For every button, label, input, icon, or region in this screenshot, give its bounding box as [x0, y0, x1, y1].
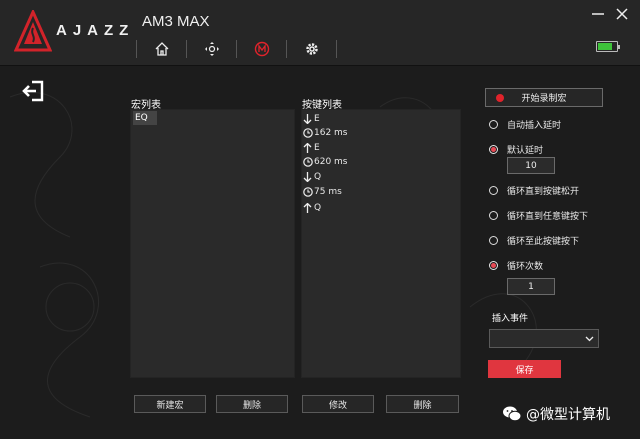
- wechat-logo-icon: [503, 406, 522, 422]
- save-button[interactable]: 保存: [488, 360, 561, 378]
- macro-list-item[interactable]: EQ: [133, 111, 157, 125]
- macro-list-panel: EQ: [130, 109, 295, 378]
- home-icon: [155, 42, 168, 56]
- loop-until-release-label: 循环直到按键松开: [507, 186, 580, 197]
- minimize-icon[interactable]: [590, 6, 606, 22]
- macro-m-icon: [254, 41, 269, 57]
- delete-macro-button[interactable]: 删除: [216, 395, 288, 413]
- delete-key-button[interactable]: 删除: [386, 395, 459, 413]
- main-nav: [136, 38, 337, 60]
- loop-until-release-option[interactable]: 循环直到按键松开: [489, 183, 579, 197]
- record-label: 开始录制宏: [521, 94, 567, 104]
- new-macro-button[interactable]: 新建宏: [134, 395, 206, 413]
- nav-home[interactable]: [137, 38, 186, 60]
- default-delay-label: 默认延时: [507, 145, 544, 156]
- delay-event-text: 75 ms: [314, 187, 342, 197]
- header-bar: AJAZZ AM3 MAX: [0, 0, 640, 66]
- dpi-crosshair-icon: [204, 42, 219, 56]
- radio-button[interactable]: [489, 185, 498, 195]
- delay-event-text: 620 ms: [314, 157, 348, 167]
- key-event-text: E: [314, 114, 320, 124]
- back-logout-icon[interactable]: [22, 80, 46, 102]
- brand-name: AJAZZ: [56, 22, 135, 39]
- close-icon[interactable]: [614, 6, 630, 22]
- key-event-row[interactable]: E: [302, 112, 320, 126]
- key-list-panel: E 162 ms E 620 ms Q 75 ms Q: [301, 109, 461, 378]
- nav-dpi[interactable]: [187, 38, 236, 60]
- loop-until-this-label: 循环至此按键按下: [507, 236, 580, 247]
- radio-button[interactable]: [489, 119, 498, 129]
- record-dot-icon: [496, 94, 504, 102]
- default-delay-option[interactable]: 默认延时: [489, 142, 543, 156]
- radio-button-selected[interactable]: [489, 260, 498, 270]
- clock-icon: [302, 157, 313, 168]
- clock-icon: [302, 187, 313, 198]
- default-delay-input[interactable]: [507, 157, 555, 174]
- delay-event-row[interactable]: 162 ms: [302, 126, 348, 140]
- start-record-button[interactable]: 开始录制宏: [485, 88, 603, 107]
- radio-button[interactable]: [489, 210, 498, 220]
- battery-indicator: [596, 41, 620, 52]
- key-event-text: Q: [314, 172, 322, 182]
- device-name: AM3 MAX: [142, 13, 210, 30]
- insert-event-select[interactable]: [489, 329, 599, 348]
- key-down-arrow-icon: [302, 172, 313, 183]
- insert-event-label: 插入事件: [492, 314, 529, 324]
- key-down-arrow-icon: [302, 114, 313, 125]
- key-up-arrow-icon: [302, 203, 313, 214]
- loop-count-input[interactable]: [507, 278, 555, 295]
- radio-button-selected[interactable]: [489, 144, 498, 154]
- key-event-row[interactable]: Q: [302, 170, 321, 184]
- delay-event-row[interactable]: 75 ms: [302, 185, 342, 199]
- gear-icon: [305, 43, 318, 55]
- loop-count-label: 循环次数: [507, 261, 544, 272]
- radio-button[interactable]: [489, 235, 498, 245]
- chevron-down-icon: [585, 336, 594, 342]
- modify-key-button[interactable]: 修改: [302, 395, 374, 413]
- loop-count-option[interactable]: 循环次数: [489, 258, 543, 272]
- loop-until-any-label: 循环直到任意键按下: [507, 211, 589, 222]
- clock-icon: [302, 128, 313, 139]
- key-event-row[interactable]: Q: [302, 201, 321, 215]
- key-event-text: Q: [314, 203, 322, 213]
- key-event-text: E: [314, 143, 320, 153]
- loop-until-any-option[interactable]: 循环直到任意键按下: [489, 208, 588, 222]
- auto-delay-option[interactable]: 自动插入延时: [489, 117, 561, 131]
- loop-until-this-option[interactable]: 循环至此按键按下: [489, 233, 579, 247]
- nav-macro[interactable]: [237, 38, 286, 60]
- delay-event-row[interactable]: 620 ms: [302, 155, 348, 169]
- watermark: @微型计算机: [502, 404, 610, 424]
- key-up-arrow-icon: [302, 143, 313, 154]
- key-event-row[interactable]: E: [302, 141, 320, 155]
- nav-settings[interactable]: [287, 38, 336, 60]
- auto-delay-label: 自动插入延时: [507, 120, 562, 131]
- battery-fill: [598, 43, 613, 50]
- watermark-text: @微型计算机: [526, 407, 610, 423]
- ajazz-logo-icon: [14, 10, 52, 52]
- delay-event-text: 162 ms: [314, 128, 348, 138]
